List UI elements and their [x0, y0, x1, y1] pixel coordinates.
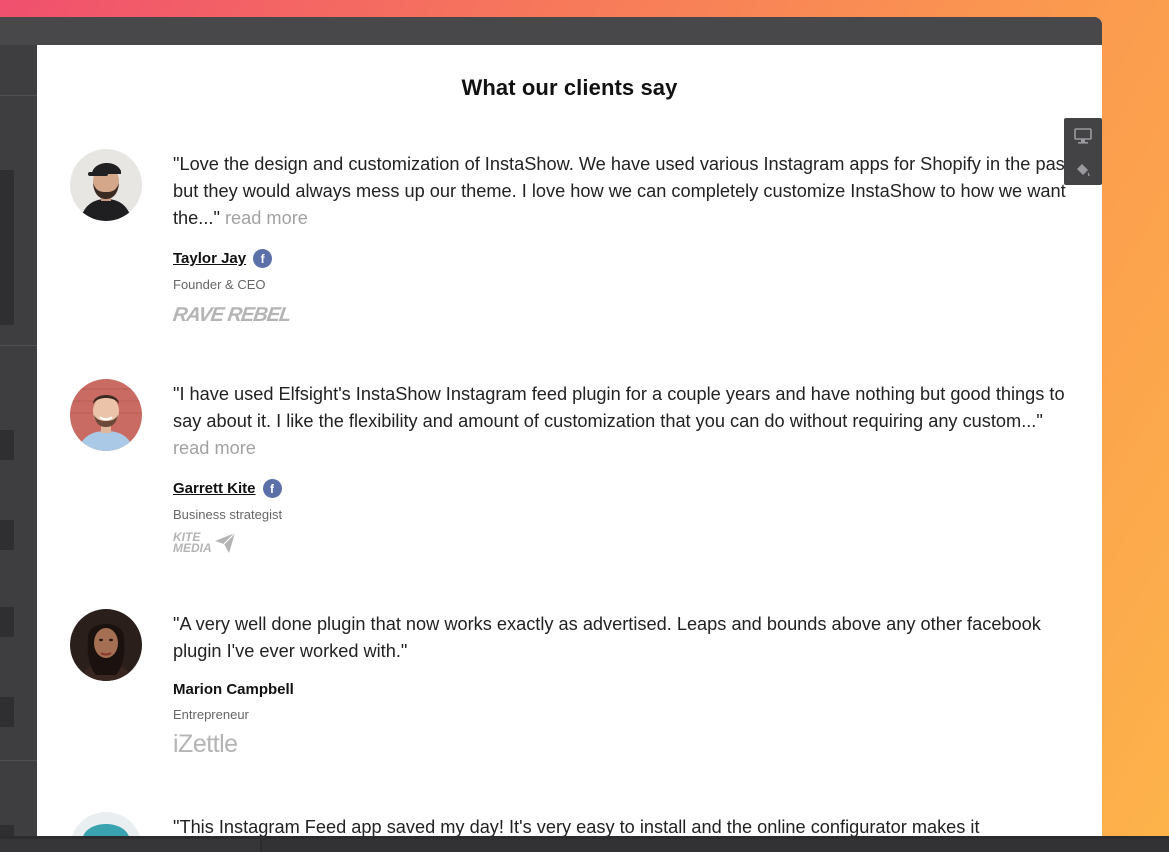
avatar	[70, 149, 142, 221]
left-panel-block	[0, 520, 14, 550]
author-name: Marion Campbell	[173, 681, 294, 698]
avatar	[70, 609, 142, 681]
quote-text: "A very well done plugin that now works …	[173, 614, 1041, 661]
kite-icon	[214, 532, 236, 553]
author-role: Business strategist	[173, 507, 283, 522]
bottom-bar-segment	[0, 839, 260, 852]
left-panel-block	[0, 170, 14, 325]
facebook-icon[interactable]: f	[253, 249, 273, 268]
editor-left-panel	[0, 45, 37, 852]
left-panel-block	[0, 430, 14, 460]
quote-text: "This Instagram Feed app saved my day! I…	[173, 817, 980, 836]
author-line: Taylor Jay f	[173, 249, 273, 268]
facebook-icon[interactable]: f	[262, 479, 282, 498]
company-logo-rave-rebel: RAVE REBEL	[171, 304, 293, 326]
author-line: Marion Campbell	[173, 681, 294, 698]
author-role: Founder & CEO	[173, 277, 266, 292]
testimonial-quote: "This Instagram Feed app saved my day! I…	[173, 814, 1073, 836]
quote-text: "I have used Elfsight's InstaShow Instag…	[173, 384, 1065, 431]
divider	[0, 345, 37, 346]
bottom-bar	[0, 836, 1169, 852]
left-panel-block	[0, 607, 14, 637]
desktop-icon	[1074, 128, 1092, 144]
read-more-link[interactable]: read more	[173, 438, 256, 458]
author-name[interactable]: Taylor Jay	[173, 250, 246, 267]
bottom-bar-segment	[262, 839, 1169, 852]
author-name[interactable]: Garrett Kite	[173, 480, 256, 497]
left-panel-block	[0, 697, 14, 727]
author-line: Garrett Kite f	[173, 479, 282, 498]
testimonial-quote: "A very well done plugin that now works …	[173, 611, 1073, 665]
testimonial-quote: "I have used Elfsight's InstaShow Instag…	[173, 381, 1073, 462]
side-toolbar	[1064, 118, 1102, 185]
divider	[0, 760, 37, 761]
appearance-button[interactable]	[1064, 154, 1102, 184]
avatar	[70, 379, 142, 451]
testimonial-quote: "Love the design and customization of In…	[173, 151, 1073, 232]
avatar	[70, 812, 142, 836]
paint-bucket-icon	[1077, 164, 1090, 177]
divider	[0, 95, 37, 96]
desktop-view-button[interactable]	[1064, 121, 1102, 151]
editor-topbar	[0, 17, 1102, 45]
company-logo-kite-media: KITE MEDIA	[173, 531, 237, 555]
section-title: What our clients say	[461, 75, 678, 100]
logo-line: MEDIA	[173, 541, 212, 555]
kite-media-wordmark: KITE MEDIA	[173, 531, 212, 555]
testimonials-panel: What our clients say "Love the design an…	[37, 45, 1102, 836]
company-logo-izettle: iZettle	[173, 730, 238, 758]
author-role: Entrepreneur	[173, 707, 249, 722]
read-more-link[interactable]: read more	[225, 208, 308, 228]
